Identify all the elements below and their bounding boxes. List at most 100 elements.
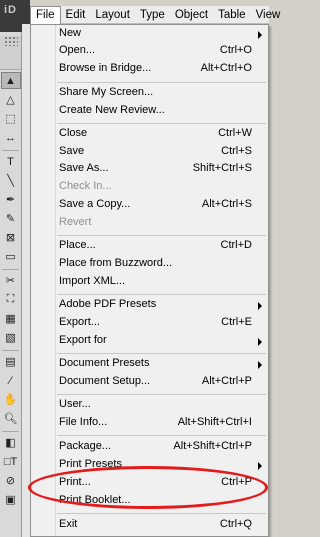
menu-type[interactable]: Type [135,6,170,24]
menu-item-shortcut: Ctrl+D [220,239,252,251]
menu-item-label: User... [59,398,91,410]
indesign-logo: iD [4,4,17,16]
menu-separator [57,235,266,236]
pencil-tool-icon[interactable]: ✎ [1,210,21,227]
menu-item-label: Import XML... [59,275,126,287]
menu-item-new[interactable]: New [31,26,268,43]
menu-item-save-a-copy[interactable]: Save a Copy... Alt+Ctrl+S [31,197,268,214]
menu-item-label: Package... [59,440,111,452]
menu-separator [57,82,266,83]
menu-item-document-presets[interactable]: Document Presets [31,356,268,373]
menu-item-label: File Info... [59,416,108,428]
fill-stroke-swatch-icon[interactable]: ◧ [1,434,21,451]
menu-item-shortcut: Alt+Ctrl+O [200,62,252,74]
menu-item-label: New [59,27,82,39]
menu-item-shortcut: Alt+Ctrl+S [201,198,252,210]
menu-item-export[interactable]: Export... Ctrl+E [31,315,268,332]
menu-table[interactable]: Table [213,6,251,24]
menu-item-shortcut: Alt+Shift+Ctrl+P [173,440,252,452]
rectangle-frame-tool-icon[interactable]: ⊠ [1,229,21,246]
menu-item-shortcut: Alt+Ctrl+P [201,375,252,387]
selection-tool-icon[interactable]: ▲ [0,72,21,89]
menu-file[interactable]: File [30,5,61,24]
menu-edit[interactable]: Edit [61,6,91,24]
type-tool-icon[interactable]: T [1,153,21,170]
menu-item-label: Check In... [59,180,112,192]
submenu-arrow-icon [258,462,262,470]
menu-item-label: Save a Copy... [59,198,131,210]
menu-object[interactable]: Object [170,6,213,24]
gap-tool-icon[interactable]: ↔ [1,129,21,146]
menu-item-label: Document Presets [59,357,150,369]
menu-layout[interactable]: Layout [90,6,135,24]
menu-item-shortcut: Ctrl+Q [219,518,252,530]
menu-item-document-setup[interactable]: Document Setup... Alt+Ctrl+P [31,374,268,391]
tools-panel-header [0,36,21,70]
menu-item-place[interactable]: Place... Ctrl+D [31,238,268,255]
tool-divider [2,150,19,151]
menu-item-user[interactable]: User... [31,397,268,414]
menu-item-adobe-pdf-presets[interactable]: Adobe PDF Presets [31,297,268,314]
menu-item-share-my-screen[interactable]: Share My Screen... [31,85,268,102]
menu-item-label: Document Setup... [59,375,151,387]
menu-item-revert: Revert [31,215,268,232]
menu-item-label: Export... [59,316,100,328]
menu-item-place-from-buzzword[interactable]: Place from Buzzword... [31,256,268,273]
tools-panel: ▲ △ ⬚ ↔ T ╲ ✒ ✎ ⊠ ▭ ✂ ⛶ ▦ ▧ ▤ ⁄ ✋ 🔍︎ ◧ □… [0,32,22,537]
scissors-tool-icon[interactable]: ✂ [1,272,21,289]
menu-item-close[interactable]: Close Ctrl+W [31,126,268,143]
menu-item-label: Close [59,127,88,139]
menu-item-label: Place... [59,239,96,251]
menu-item-file-info[interactable]: File Info... Alt+Shift+Ctrl+I [31,415,268,432]
rectangle-tool-icon[interactable]: ▭ [1,248,21,265]
menu-view[interactable]: View [251,6,286,24]
menu-item-label: Place from Buzzword... [59,257,173,269]
menu-item-shortcut: Ctrl+W [218,127,252,139]
pen-tool-icon[interactable]: ✒ [1,191,21,208]
submenu-arrow-icon [258,338,262,346]
zoom-tool-icon[interactable]: 🔍︎ [1,410,21,427]
menu-item-export-for[interactable]: Export for [31,333,268,350]
menu-item-open[interactable]: Open... Ctrl+O [31,43,268,60]
note-tool-icon[interactable]: ▤ [1,353,21,370]
menu-item-exit[interactable]: Exit Ctrl+Q [31,517,268,534]
menu-item-shortcut: Ctrl+O [219,44,252,56]
menu-separator [57,513,266,514]
direct-selection-tool-icon[interactable]: △ [1,91,21,108]
submenu-arrow-icon [258,31,262,39]
menu-item-save[interactable]: Save Ctrl+S [31,144,268,161]
gradient-swatch-tool-icon[interactable]: ▦ [1,310,21,327]
print-highlight-ellipse [28,466,268,509]
menu-item-import-xml[interactable]: Import XML... [31,274,268,291]
tool-divider [2,269,19,270]
menu-item-check-in: Check In... [31,179,268,196]
menu-item-label: Save [59,145,85,157]
line-tool-icon[interactable]: ╲ [1,172,21,189]
menu-separator [57,123,266,124]
hand-tool-icon[interactable]: ✋ [1,391,21,408]
page-tool-icon[interactable]: ⬚ [1,110,21,127]
screen-mode-icon[interactable]: ▣ [1,491,21,508]
tool-divider [2,431,19,432]
menu-item-label: Browse in Bridge... [59,62,152,74]
eyedropper-tool-icon[interactable]: ⁄ [1,372,21,389]
apply-none-icon[interactable]: ⊘ [1,472,21,489]
menu-item-shortcut: Shift+Ctrl+S [192,162,252,174]
file-menu-dropdown: New Open... Ctrl+O Browse in Bridge... A… [30,24,269,537]
menu-separator [57,294,266,295]
menu-item-browse-in-bridge[interactable]: Browse in Bridge... Alt+Ctrl+O [31,61,268,78]
menu-separator [57,394,266,395]
menu-item-create-new-review[interactable]: Create New Review... [31,103,268,120]
gradient-feather-tool-icon[interactable]: ▧ [1,329,21,346]
tool-divider [2,350,19,351]
submenu-arrow-icon [258,361,262,369]
menu-item-label: Adobe PDF Presets [59,298,157,310]
menu-item-save-as[interactable]: Save As... Shift+Ctrl+S [31,161,268,178]
menu-item-shortcut: Ctrl+E [221,316,252,328]
free-transform-tool-icon[interactable]: ⛶ [1,291,21,308]
menu-separator [57,353,266,354]
panel-grip-icon[interactable] [3,36,18,46]
formatting-affects-container-icon[interactable]: □T [1,453,21,470]
menu-item-package[interactable]: Package... Alt+Shift+Ctrl+P [31,439,268,456]
menu-item-label: Save As... [59,162,109,174]
